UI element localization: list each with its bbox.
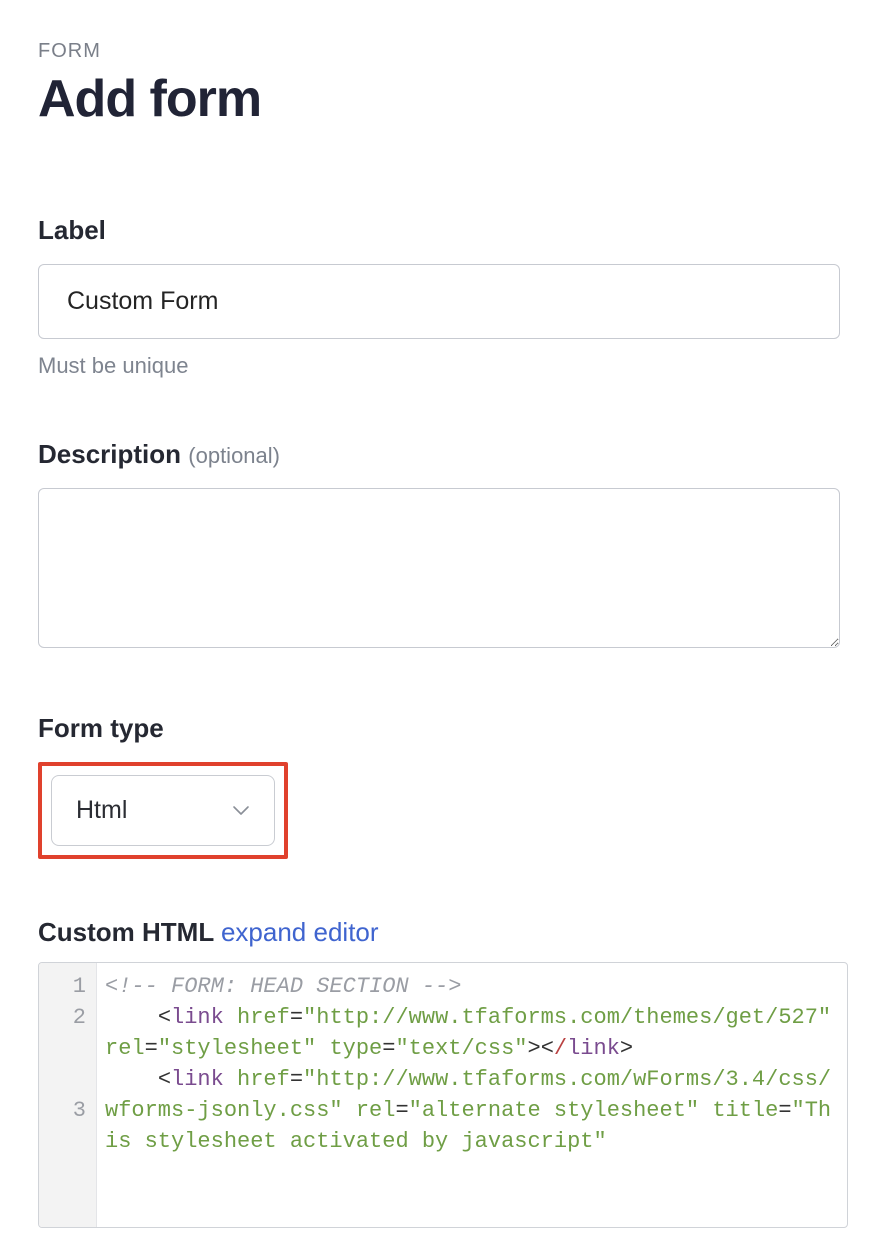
label-input[interactable] [38,264,840,339]
custom-html-heading: Custom HTML [38,917,214,947]
description-input[interactable] [38,488,840,648]
description-optional: (optional) [188,443,280,468]
code-val: "alternate stylesheet" [409,1098,699,1123]
code-attr: title [712,1098,778,1123]
code-tag: link [171,1005,224,1030]
line-number: 1 [55,971,86,1002]
form-type-select[interactable]: Html [51,775,275,846]
field-description: Description (optional) [38,439,840,653]
code-val: "http://www.tfaforms.com/themes/get/527" [303,1005,831,1030]
code-attr: type [329,1036,382,1061]
expand-editor-link[interactable]: expand editor [221,917,379,947]
code-attr: href [237,1005,290,1030]
field-custom-html: Custom HTML expand editor 1 2 3 <!-- FOR… [38,917,840,1228]
description-label: Description (optional) [38,439,840,470]
form-type-highlight: Html [38,762,288,859]
chevron-down-icon [232,802,250,820]
code-tag: link [171,1067,224,1092]
form-type-selected: Html [76,796,127,825]
code-attr: rel [105,1036,145,1061]
code-editor[interactable]: 1 2 3 <!-- FORM: HEAD SECTION --> <link … [38,962,848,1228]
line-number: 2 [55,1002,86,1095]
page-title: Add form [38,69,840,129]
code-attr: href [237,1067,290,1092]
custom-html-heading-row: Custom HTML expand editor [38,917,840,948]
code-val: "stylesheet" [158,1036,316,1061]
code-comment: <!-- FORM: HEAD SECTION --> [105,974,461,999]
code-gutter: 1 2 3 [39,963,97,1227]
breadcrumb: FORM [38,40,840,63]
label-hint: Must be unique [38,353,840,379]
code-val: "text/css" [395,1036,527,1061]
line-number: 3 [55,1095,86,1219]
code-tag: link [567,1036,620,1061]
description-label-text: Description [38,439,181,469]
form-type-label: Form type [38,713,840,744]
label-label: Label [38,215,840,246]
field-label: Label Must be unique [38,215,840,379]
field-form-type: Form type Html [38,713,840,859]
code-attr: rel [356,1098,396,1123]
code-content[interactable]: <!-- FORM: HEAD SECTION --> <link href="… [97,963,847,1227]
